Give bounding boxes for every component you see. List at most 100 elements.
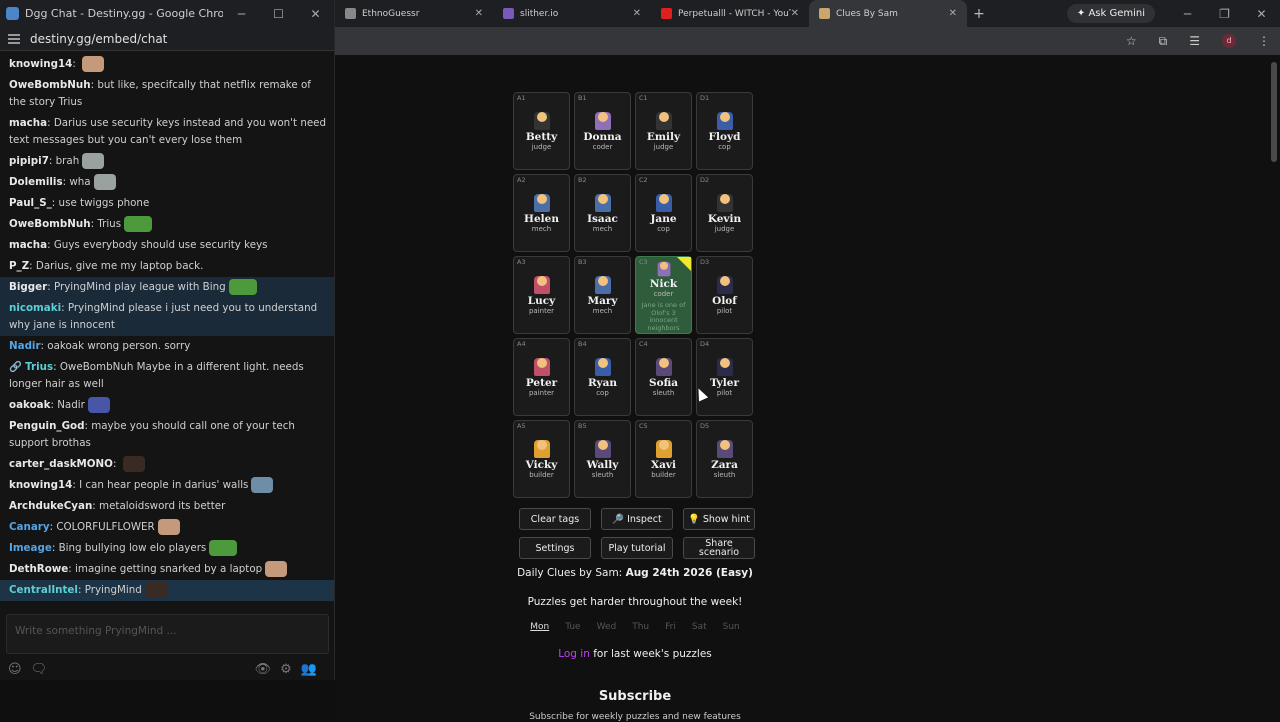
day-sun[interactable]: Sun xyxy=(723,622,740,632)
extensions-icon[interactable]: ⧉ xyxy=(1159,34,1168,49)
close-tab-icon[interactable]: ✕ xyxy=(949,8,957,19)
chat-username[interactable]: pipipi7 xyxy=(9,155,49,167)
chat-urlbar[interactable]: destiny.gg/embed/chat xyxy=(0,27,334,51)
card-coordinate: B4 xyxy=(578,340,587,348)
restore-icon[interactable]: ❐ xyxy=(1206,7,1243,21)
chat-username[interactable]: oakoak xyxy=(9,399,50,411)
minimize-icon[interactable]: ─ xyxy=(223,7,260,21)
chat-username[interactable]: Paul_S_ xyxy=(9,197,52,209)
suspect-card-vicky[interactable]: A5Vickybuilder xyxy=(513,420,570,498)
suspect-card-betty[interactable]: A1Bettyjudge xyxy=(513,92,570,170)
suspect-card-zara[interactable]: D5Zarasleuth xyxy=(696,420,753,498)
suspect-role: cop xyxy=(575,389,630,397)
card-coordinate: B2 xyxy=(578,176,587,184)
close-icon[interactable]: ✕ xyxy=(297,7,334,21)
chat-username[interactable]: ArchdukeCyan xyxy=(9,500,92,512)
suspect-card-wally[interactable]: B5Wallysleuth xyxy=(574,420,631,498)
suspect-card-xavi[interactable]: C5Xavibuilder xyxy=(635,420,692,498)
tab-perpetualll-witch-youtube[interactable]: Perpetualll - WITCH - YouTube✕ xyxy=(651,0,809,27)
login-link[interactable]: Log in xyxy=(558,648,590,660)
chat-username[interactable]: carter_daskMONO xyxy=(9,458,113,470)
chat-username[interactable]: CentralIntel xyxy=(9,584,78,596)
close-tab-icon[interactable]: ✕ xyxy=(791,8,799,19)
suspect-card-helen[interactable]: A2Helenmech xyxy=(513,174,570,252)
eye-icon[interactable]: 👁 xyxy=(255,662,272,677)
chat-username[interactable]: macha xyxy=(9,117,47,129)
close-tab-icon[interactable]: ✕ xyxy=(633,8,641,19)
profile-avatar[interactable]: d xyxy=(1222,34,1236,48)
suspect-card-jane[interactable]: C2Janecop xyxy=(635,174,692,252)
suspect-card-olof[interactable]: D3Olofpilot xyxy=(696,256,753,334)
weekday-selector: Mon Tue Wed Thu Fri Sat Sun xyxy=(480,622,790,632)
chat-username[interactable]: Imeage xyxy=(9,542,52,554)
chat-username[interactable]: knowing14 xyxy=(9,479,72,491)
suspect-card-lucy[interactable]: A3Lucypainter xyxy=(513,256,570,334)
suspect-card-isaac[interactable]: B2Isaacmech xyxy=(574,174,631,252)
share-scenario-button[interactable]: Share scenario xyxy=(683,537,755,559)
day-mon[interactable]: Mon xyxy=(530,622,549,632)
day-sat[interactable]: Sat xyxy=(692,622,707,632)
suspect-card-nick[interactable]: C3NickcoderJane is one of Olof's 3 innoc… xyxy=(635,256,692,334)
maximize-icon[interactable]: ☐ xyxy=(260,7,297,21)
day-tue[interactable]: Tue xyxy=(565,622,580,632)
person-avatar-icon xyxy=(534,276,550,294)
chat-username[interactable]: Canary xyxy=(9,521,50,533)
chat-username[interactable]: OweBombNuh xyxy=(9,79,91,91)
suspect-card-tyler[interactable]: D4Tylerpilot xyxy=(696,338,753,416)
chat-username[interactable]: Penguin_God xyxy=(9,420,84,432)
show-hint-button[interactable]: 💡 Show hint xyxy=(683,508,755,530)
emote-icon[interactable]: ☺ xyxy=(8,662,22,677)
suspect-card-ryan[interactable]: B4 Ryancop xyxy=(574,338,631,416)
chat-text: Nadir xyxy=(57,399,85,411)
chat-username[interactable]: macha xyxy=(9,239,47,251)
gear-icon[interactable]: ⚙ xyxy=(280,662,292,677)
ask-gemini-button[interactable]: ✦ Ask Gemini xyxy=(1067,4,1155,23)
suspect-card-floyd[interactable]: D1Floydcop xyxy=(696,92,753,170)
chat-username[interactable]: knowing14 xyxy=(9,58,72,70)
chat-username[interactable]: nicomaki xyxy=(9,302,61,314)
minimize-icon[interactable]: ─ xyxy=(1169,7,1206,21)
suspect-name: Ryan xyxy=(575,377,630,389)
inspect-button[interactable]: 🔎 Inspect xyxy=(601,508,673,530)
site-settings-icon[interactable] xyxy=(8,34,20,44)
tab-ethnoguessr[interactable]: EthnoGuessr✕ xyxy=(335,0,493,27)
day-thu[interactable]: Thu xyxy=(632,622,649,632)
chat-username[interactable]: OweBombNuh xyxy=(9,218,91,230)
page-scrollbar[interactable] xyxy=(1271,62,1277,162)
tab-slither-io[interactable]: slither.io✕ xyxy=(493,0,651,27)
bookmark-star-icon[interactable]: ☆ xyxy=(1126,34,1137,48)
suspect-card-mary[interactable]: B3Marymech xyxy=(574,256,631,334)
tab-clues-by-sam[interactable]: Clues By Sam✕ xyxy=(809,0,967,27)
close-icon[interactable]: ✕ xyxy=(1243,7,1280,21)
suspect-role: cop xyxy=(697,143,752,151)
suspect-card-donna[interactable]: B1Donnacoder xyxy=(574,92,631,170)
chat-username[interactable]: Bigger xyxy=(9,281,47,293)
chat-input[interactable]: Write something PryingMind ... xyxy=(6,614,329,654)
whispers-icon[interactable]: 🗨 xyxy=(31,662,48,677)
day-wed[interactable]: Wed xyxy=(597,622,617,632)
chat-titlebar: Dgg Chat - Destiny.gg - Google Chrome ─ … xyxy=(0,0,334,27)
suspect-card-emily[interactable]: C1Emilyjudge xyxy=(635,92,692,170)
chat-username[interactable]: Trius xyxy=(25,361,53,373)
suspect-name: Wally xyxy=(575,459,630,471)
menu-icon[interactable]: ⋮ xyxy=(1258,34,1270,48)
clear-tags-button[interactable]: Clear tags xyxy=(519,508,591,530)
suspect-card-sofia[interactable]: C4Sofiasleuth xyxy=(635,338,692,416)
chat-username[interactable]: P_Z xyxy=(9,260,29,272)
chat-username[interactable]: Dolemilis xyxy=(9,176,63,188)
play-tutorial-button[interactable]: Play tutorial xyxy=(601,537,673,559)
settings-button[interactable]: Settings xyxy=(519,537,591,559)
close-tab-icon[interactable]: ✕ xyxy=(475,8,483,19)
face-emote-icon xyxy=(82,56,104,72)
chat-username[interactable]: DethRowe xyxy=(9,563,68,575)
suspect-card-kevin[interactable]: D2Kevinjudge xyxy=(696,174,753,252)
chat-window: Dgg Chat - Destiny.gg - Google Chrome ─ … xyxy=(0,0,335,680)
chat-username[interactable]: Nadir xyxy=(9,340,41,352)
chat-message-list[interactable]: knowing14: OweBombNuh: but like, specifc… xyxy=(0,54,334,609)
new-tab-button[interactable]: + xyxy=(967,6,991,22)
day-fri[interactable]: Fri xyxy=(665,622,676,632)
suspect-role: judge xyxy=(514,143,569,151)
reading-list-icon[interactable]: ☰ xyxy=(1189,34,1200,48)
suspect-card-peter[interactable]: A4Peterpainter xyxy=(513,338,570,416)
users-icon[interactable]: 👥 xyxy=(301,662,317,677)
